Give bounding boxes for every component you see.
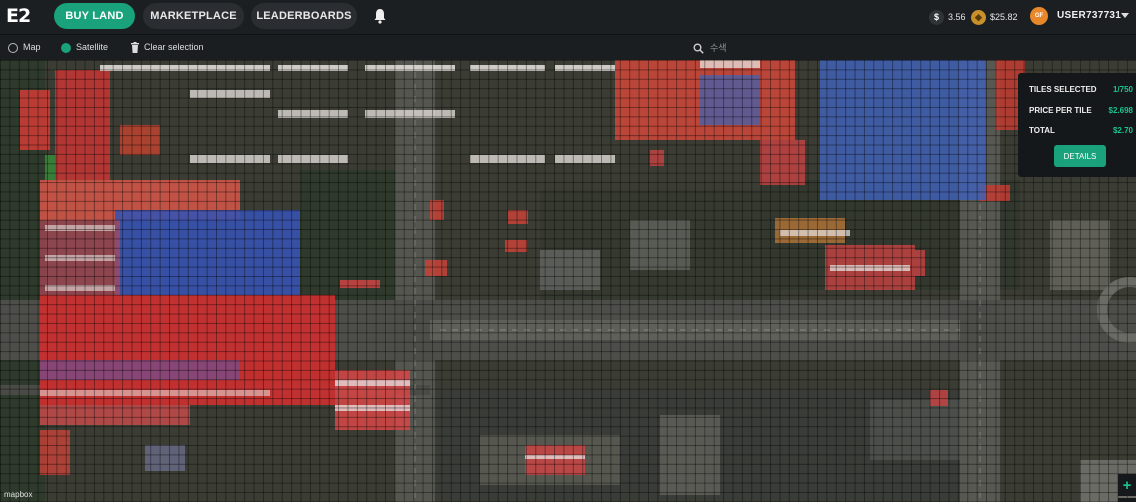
price-per-tile-label: PRICE PER TILE — [1029, 106, 1092, 115]
dollar-balance-value: 3.56 — [948, 12, 966, 22]
tab-leaderboards[interactable]: LEADERBOARDS — [251, 3, 357, 29]
clear-selection-button[interactable]: Clear selection — [144, 42, 204, 52]
satellite-view-label[interactable]: Satellite — [76, 42, 108, 52]
price-per-tile-row: PRICE PER TILE $2.698 — [1029, 106, 1133, 115]
satellite-map[interactable]: + − — [0, 60, 1136, 502]
total-row: TOTAL $2.70 — [1029, 126, 1133, 135]
essence-balance: ◆ $25.82 — [971, 8, 1018, 26]
map-view-label[interactable]: Map — [23, 42, 41, 52]
dollar-balance: $ 3.56 — [929, 8, 966, 26]
total-label: TOTAL — [1029, 126, 1055, 135]
tiles-selected-label: TILES SELECTED — [1029, 85, 1097, 94]
details-button[interactable]: DETAILS — [1054, 145, 1106, 167]
earth2-logo[interactable]: E2 — [6, 5, 36, 27]
map-toolbar: Map Satellite Clear selection — [0, 34, 1136, 60]
bell-icon[interactable] — [373, 8, 387, 24]
trash-icon[interactable] — [131, 42, 139, 53]
zoom-out-button[interactable]: − — [1118, 498, 1136, 502]
location-search-input[interactable] — [710, 40, 1010, 56]
username[interactable]: USER737731 — [1057, 10, 1121, 21]
dollar-coin-icon: $ — [929, 9, 944, 25]
tab-marketplace[interactable]: MARKETPLACE — [143, 3, 244, 29]
search-icon — [693, 43, 704, 54]
tiles-selected-row: TILES SELECTED 1/750 — [1029, 85, 1133, 94]
total-value: $2.70 — [1112, 126, 1133, 135]
tab-buy-land[interactable]: BUY LAND — [54, 3, 135, 29]
top-navbar: E2 BUY LAND MARKETPLACE LEADERBOARDS $ 3… — [0, 0, 1136, 34]
map-view-radio[interactable] — [8, 43, 18, 53]
price-per-tile-value: $2.698 — [1108, 106, 1133, 115]
selection-info-panel: TILES SELECTED 1/750 PRICE PER TILE $2.6… — [1018, 73, 1136, 177]
tiles-selected-value: 1/750 — [1112, 85, 1133, 94]
satellite-view-radio[interactable] — [61, 43, 71, 53]
essence-coin-icon: ◆ — [971, 9, 986, 25]
mapbox-attribution[interactable]: mapbox — [4, 490, 32, 499]
satellite-imagery — [0, 60, 1136, 502]
zoom-in-button[interactable]: + — [1118, 474, 1136, 496]
caret-down-icon[interactable] — [1121, 13, 1129, 18]
essence-balance-value: $25.82 — [990, 12, 1018, 22]
avatar[interactable]: GF — [1030, 7, 1048, 25]
